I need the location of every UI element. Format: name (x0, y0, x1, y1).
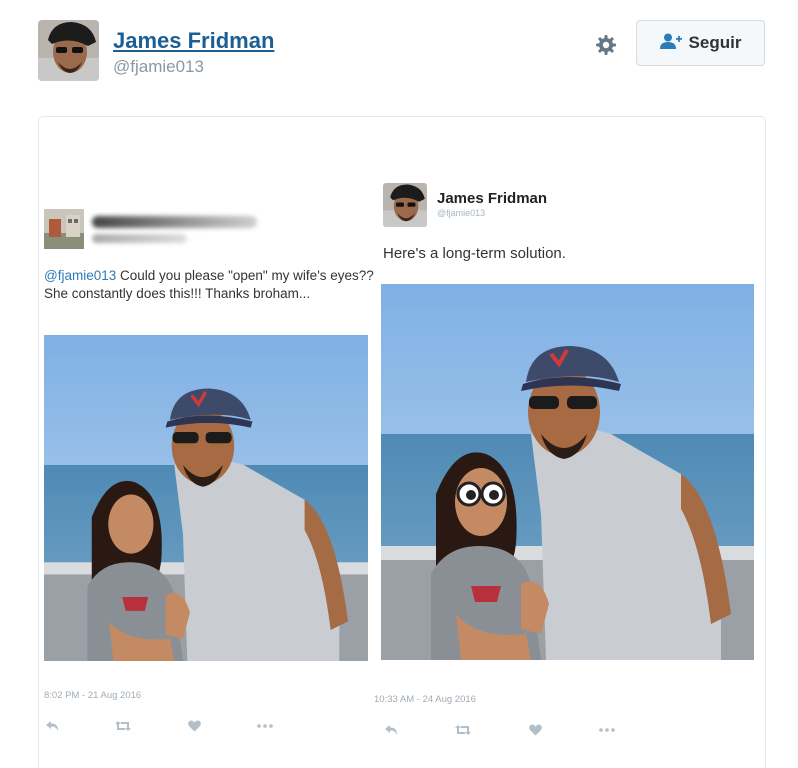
reply-action-bar (44, 718, 273, 734)
answer-author-avatar (383, 183, 427, 227)
more-icon[interactable] (257, 718, 273, 734)
like-icon[interactable] (527, 722, 543, 738)
reply-author-avatar (44, 209, 84, 249)
redacted-author-handle (92, 234, 187, 243)
redacted-author-name (92, 216, 257, 228)
follow-label: Seguir (688, 33, 742, 52)
user-handle: @fjamie013 (113, 57, 204, 76)
retweet-icon[interactable] (455, 722, 471, 738)
reply-tweet-text: @fjamie013 Could you please "open" my wi… (44, 267, 374, 303)
display-name-link[interactable]: James Fridman (113, 28, 274, 54)
gear-icon[interactable] (594, 33, 618, 57)
reply-icon[interactable] (383, 722, 399, 738)
reply-timestamp[interactable]: 8:02 PM - 21 Aug 2016 (44, 690, 141, 701)
like-icon[interactable] (186, 718, 202, 734)
more-icon[interactable] (599, 722, 615, 738)
original-photo[interactable] (44, 335, 368, 661)
retweet-icon[interactable] (115, 718, 131, 734)
answer-tweet-text: Here's a long-term solution. (383, 245, 566, 262)
answer-timestamp[interactable]: 10:33 AM - 24 Aug 2016 (374, 694, 476, 705)
answer-author-name[interactable]: James Fridman (437, 190, 547, 207)
profile-avatar[interactable] (38, 20, 99, 81)
mention-link[interactable]: @fjamie013 (44, 268, 116, 283)
answer-author-handle: @fjamie013 (437, 208, 486, 218)
reply-icon[interactable] (44, 718, 60, 734)
add-user-icon (659, 33, 682, 54)
follow-button[interactable]: Seguir (636, 20, 765, 66)
edited-photo[interactable] (381, 284, 754, 660)
answer-action-bar (383, 722, 615, 738)
